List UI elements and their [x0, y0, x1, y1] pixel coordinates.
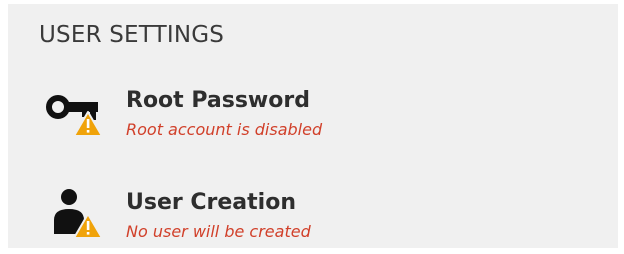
key-icon — [44, 86, 110, 142]
user-icon — [44, 188, 110, 244]
spoke-title: User Creation — [126, 190, 296, 215]
section-title: USER SETTINGS — [39, 22, 225, 48]
spoke-status: Root account is disabled — [126, 120, 323, 139]
spoke-title: Root Password — [126, 88, 310, 113]
root-password-spoke[interactable]: Root Password Root account is disabled — [44, 86, 604, 152]
warning-icon — [73, 111, 103, 137]
spoke-status: No user will be created — [126, 222, 311, 241]
user-creation-spoke[interactable]: User Creation No user will be created — [44, 188, 604, 254]
user-settings-panel: USER SETTINGS Root Password Root account… — [8, 4, 618, 248]
